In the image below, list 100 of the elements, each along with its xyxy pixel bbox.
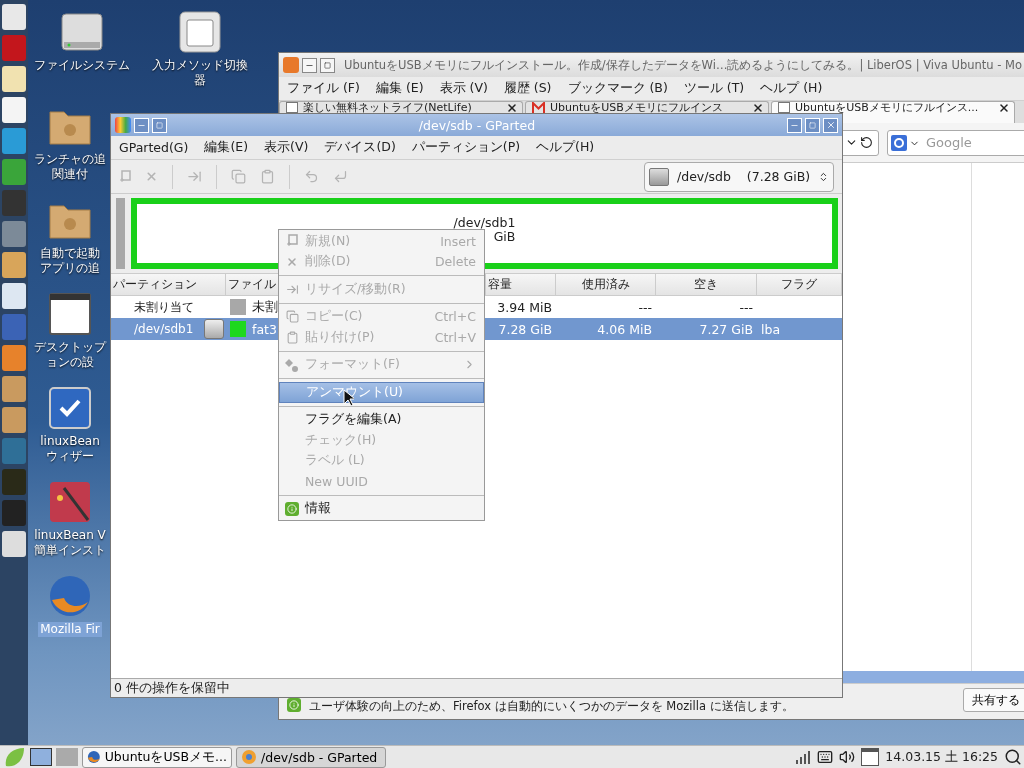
column-header[interactable]: 容量 (486, 274, 556, 295)
menu-item[interactable]: GParted(G) (119, 140, 189, 155)
menu-item[interactable]: ブックマーク (B) (567, 80, 668, 97)
icon-label: 自動で起動 アプリの追 (39, 246, 101, 276)
copy-icon[interactable] (231, 169, 246, 184)
table-cell: 3.94 MiB (497, 299, 552, 315)
app-icon[interactable] (2, 159, 26, 185)
disk-icon (241, 749, 257, 765)
apply-icon[interactable] (333, 169, 348, 184)
menu-item[interactable]: 表示(V) (264, 139, 309, 156)
app-icon[interactable] (2, 314, 26, 340)
maximize-button[interactable] (320, 57, 335, 73)
menu-item[interactable]: フラグを編集(A) (279, 409, 484, 430)
app-icon[interactable] (2, 35, 26, 61)
app-icon[interactable] (2, 252, 26, 278)
column-header[interactable]: パーティション (111, 274, 226, 295)
paste-icon[interactable] (260, 169, 275, 184)
mail-icon (532, 102, 545, 113)
table-cell: 7.27 GiB (699, 321, 753, 337)
close-icon[interactable] (506, 102, 518, 113)
resize-icon (285, 282, 299, 296)
maximize-icon (324, 61, 331, 69)
table-cell: 未割 (252, 298, 278, 316)
app-icon[interactable] (2, 376, 26, 402)
app-icon[interactable] (2, 500, 26, 526)
app-icon[interactable] (2, 221, 26, 247)
app-icon[interactable] (2, 438, 26, 464)
app-icon[interactable] (2, 97, 26, 123)
app-icon[interactable] (2, 4, 26, 30)
app-icon[interactable] (2, 190, 26, 216)
maximize-icon (809, 121, 816, 129)
reload-icon (860, 136, 873, 149)
close-icon (825, 120, 836, 130)
close-icon[interactable] (752, 102, 764, 113)
keyboard-icon[interactable] (817, 749, 834, 765)
app-icon[interactable] (2, 531, 26, 557)
menu-item[interactable]: ヘルプ (H) (760, 80, 823, 97)
app-icon[interactable] (2, 283, 26, 309)
workspace-button[interactable] (30, 748, 52, 766)
task-button[interactable]: /dev/sdb - GParted (236, 746, 386, 768)
icon-label: 入力メソッド切換 器 (151, 58, 249, 88)
table-cell: 7.28 GiB (498, 321, 552, 337)
icon-label: ランチャの追 関連付 (33, 152, 107, 182)
window-title: UbuntuをUSBメモリにフルインストール。作成/保存したデータをWi…読めるようにしてみる。| LiberOS | Viva Ubuntu - Mo (344, 57, 1022, 73)
browser-tab[interactable]: 楽しい無料ネットライフ(NetLife) (279, 101, 523, 113)
menu-item[interactable]: 編集(E) (204, 139, 249, 156)
close-icon[interactable] (998, 102, 1010, 114)
delete-icon (286, 255, 298, 268)
menu-item[interactable]: 情報 (279, 498, 484, 519)
search-field[interactable]: Google (887, 129, 1024, 156)
menu-item[interactable]: ヘルプ(H) (536, 139, 595, 156)
clock[interactable]: 14.03.15 土 16:25 (885, 748, 998, 766)
resize-icon[interactable] (187, 169, 202, 184)
table-cell: lba (761, 321, 781, 337)
icon-label: Mozilla Fir (38, 622, 102, 637)
app-icon (115, 117, 131, 133)
volume-icon[interactable] (839, 749, 856, 765)
menu-item[interactable]: パーティション(P) (411, 139, 521, 156)
app-icon[interactable] (2, 128, 26, 154)
menu-item[interactable]: 履歴 (S) (503, 80, 552, 97)
calendar-icon[interactable] (861, 748, 880, 766)
menu-item[interactable]: ファイル (F) (287, 80, 360, 97)
search-icon[interactable] (1004, 748, 1022, 766)
share-button[interactable]: 共有する (963, 688, 1024, 712)
new-icon (286, 234, 298, 249)
app-icon (283, 57, 299, 73)
delete-icon[interactable] (145, 170, 158, 183)
menu-item[interactable]: 表示 (V) (439, 80, 488, 97)
menu-item[interactable]: 編集 (E) (375, 80, 424, 97)
unallocated-block (116, 198, 125, 269)
close-button[interactable] (823, 117, 838, 133)
minimize-button[interactable] (302, 57, 317, 73)
column-header[interactable]: 空き (656, 274, 757, 295)
window-title: /dev/sdb - GParted (417, 117, 537, 133)
checkmark-icon (48, 386, 92, 430)
globe-icon (87, 749, 101, 765)
task-button[interactable]: UbuntuをUSBメモ... (82, 746, 232, 768)
browser-tab[interactable]: UbuntuをUSBメモリにフルインス (525, 101, 769, 113)
app-icon[interactable] (2, 469, 26, 495)
signal-icon[interactable] (795, 750, 812, 764)
app-icon[interactable] (2, 345, 26, 371)
keyboard-icon (178, 10, 222, 54)
format-icon (285, 357, 299, 372)
menu-item[interactable]: ツール (T) (683, 80, 745, 97)
column-header[interactable]: 使用済み (556, 274, 656, 295)
menu-item[interactable]: デバイス(D) (324, 139, 396, 156)
info-icon (285, 501, 299, 516)
table-cell: fat3 (252, 321, 277, 337)
table-cell: 4.06 MiB (597, 321, 652, 337)
app-icon[interactable] (2, 407, 26, 433)
undo-icon[interactable] (304, 169, 319, 184)
status-text: 0 件の操作を保留中 (111, 678, 842, 697)
copy-icon (285, 310, 299, 324)
new-icon[interactable] (119, 169, 131, 184)
table-cell: 未割り当て (134, 298, 194, 316)
info-icon (287, 698, 301, 712)
column-header[interactable]: フラグ (757, 274, 842, 295)
device-selector[interactable]: /dev/sdb (7.28 GiB) (644, 161, 834, 192)
app-icon[interactable] (2, 66, 26, 92)
updown-icon (818, 170, 829, 183)
